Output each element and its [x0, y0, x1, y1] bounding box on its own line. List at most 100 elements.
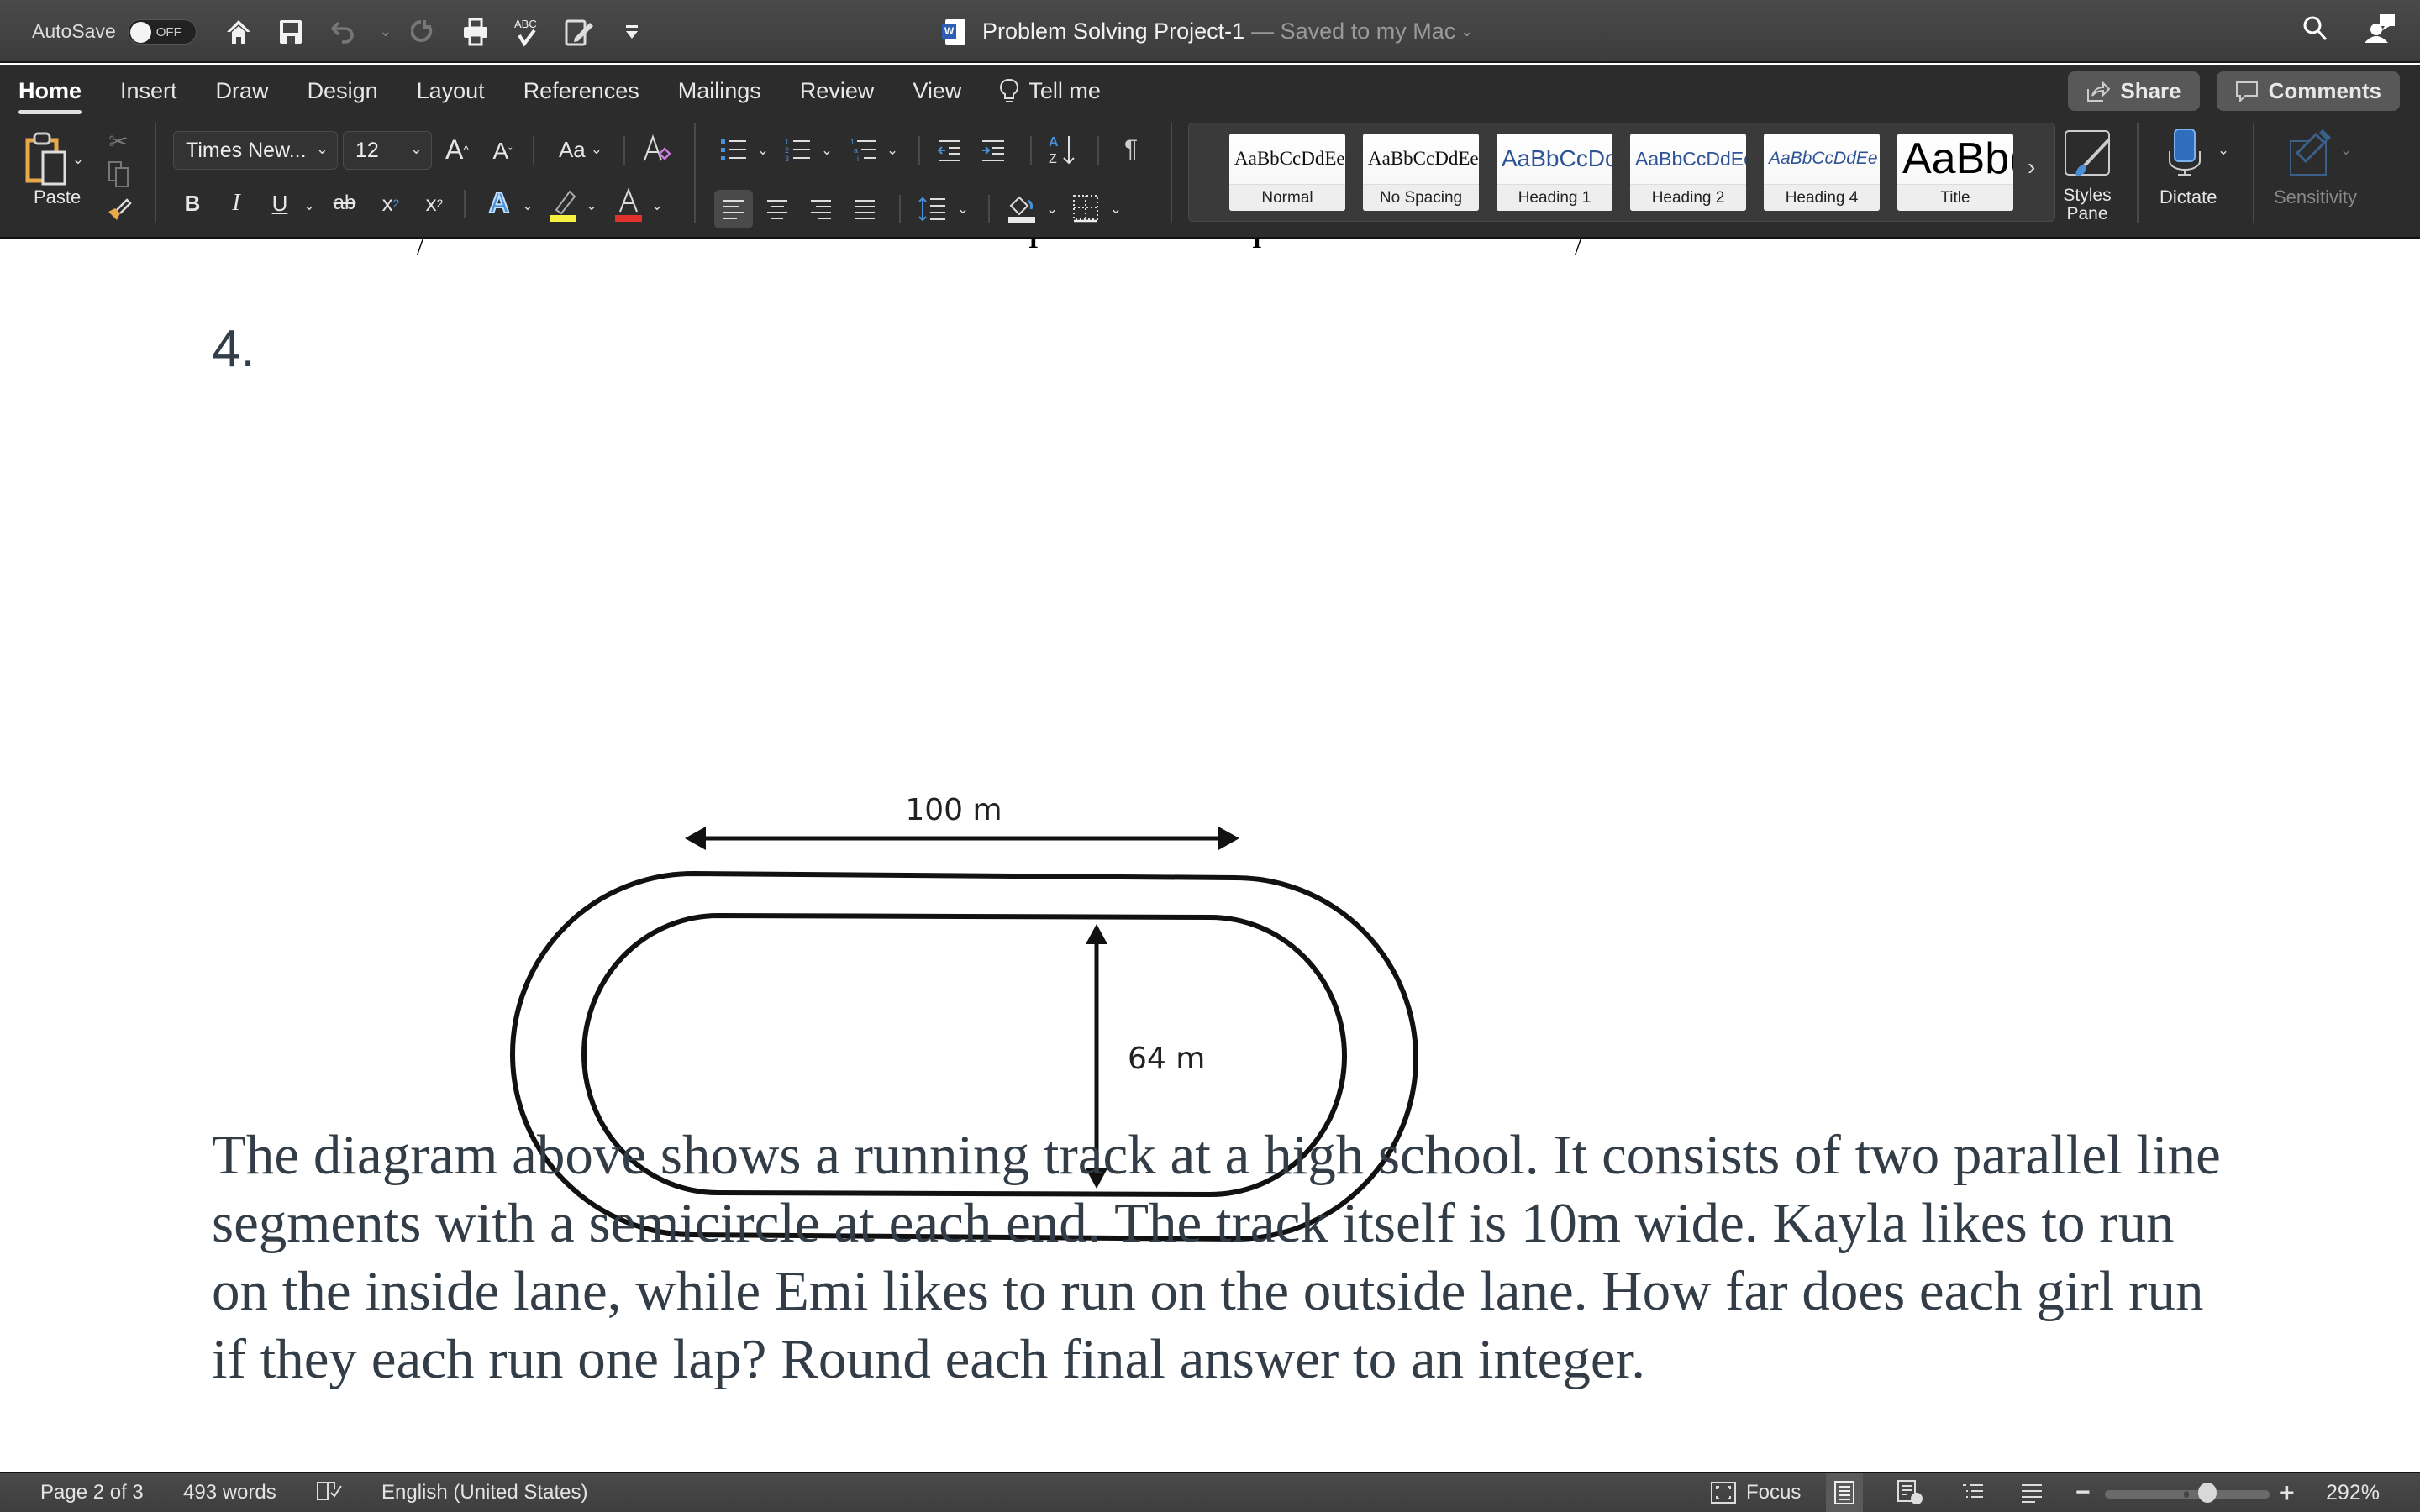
tab-references[interactable]: References — [504, 65, 659, 118]
search-icon[interactable] — [2302, 15, 2328, 49]
save-icon[interactable] — [274, 15, 308, 49]
decrease-indent-icon[interactable] — [934, 134, 965, 166]
zoom-slider-thumb[interactable] — [2197, 1483, 2217, 1503]
sensitivity-button[interactable] — [2286, 126, 2336, 180]
numbering-icon[interactable]: 123 — [783, 134, 813, 166]
show-formatting-marks-icon[interactable]: ¶ — [1114, 133, 1148, 166]
highlight-color-icon[interactable] — [546, 186, 580, 223]
comments-button[interactable]: Comments — [2216, 71, 2400, 111]
shading-dropdown-icon[interactable]: ⌄ — [1045, 197, 1059, 222]
line-spacing-icon[interactable] — [916, 190, 950, 228]
microphone-icon — [2169, 129, 2201, 176]
superscript-button[interactable]: x2 — [420, 186, 449, 220]
tab-view[interactable]: View — [893, 65, 981, 118]
grow-font-icon[interactable]: A ^ — [442, 133, 472, 166]
style-sample: AaBb( — [1902, 134, 2013, 183]
print-layout-view-button[interactable] — [1826, 1473, 1863, 1512]
cut-icon[interactable]: ✂ — [105, 126, 132, 156]
svg-text:i: i — [857, 155, 859, 163]
font-color-icon[interactable] — [612, 186, 645, 223]
dictate-label: Dictate — [2160, 186, 2217, 207]
review-edit-icon[interactable] — [563, 15, 597, 49]
customize-toolbar-icon[interactable] — [615, 15, 649, 49]
align-right-button[interactable] — [802, 190, 840, 228]
tab-mailings[interactable]: Mailings — [659, 65, 781, 118]
line-spacing-dropdown-icon[interactable]: ⌄ — [956, 197, 970, 222]
dictate-dropdown-icon[interactable]: ⌄ — [2217, 138, 2230, 163]
paste-dropdown-icon[interactable]: ⌄ — [72, 151, 84, 168]
account-feedback-icon[interactable] — [2365, 13, 2396, 51]
word-count[interactable]: 493 words — [183, 1473, 276, 1512]
proofing-icon[interactable] — [316, 1473, 343, 1512]
multilevel-dropdown-icon[interactable]: ⌄ — [886, 138, 899, 163]
borders-dropdown-icon[interactable]: ⌄ — [1109, 197, 1123, 222]
style-heading-4[interactable]: AaBbCcDdEe Heading 4 — [1764, 134, 1880, 211]
focus-button[interactable]: Focus — [1711, 1473, 1801, 1512]
increase-indent-icon[interactable] — [978, 134, 1008, 166]
style-no-spacing[interactable]: AaBbCcDdEe No Spacing — [1363, 134, 1479, 211]
highlight-dropdown-icon[interactable]: ⌄ — [585, 193, 598, 218]
language-indicator[interactable]: English (United States) — [381, 1473, 587, 1512]
shrink-font-icon[interactable]: Aˇ — [487, 134, 518, 168]
document-canvas[interactable]: / I I / 4. 100 m 64 m The diagram above … — [0, 239, 2420, 1472]
outline-view-button[interactable] — [1961, 1473, 1985, 1512]
tab-insert[interactable]: Insert — [101, 65, 197, 118]
font-color-dropdown-icon[interactable]: ⌄ — [650, 193, 664, 218]
clear-formatting-icon[interactable] — [639, 131, 674, 166]
dictate-button[interactable] — [2160, 126, 2210, 180]
gallery-next-icon[interactable]: › — [2028, 154, 2035, 181]
web-layout-view-button[interactable] — [1897, 1473, 1924, 1512]
style-title[interactable]: AaBb( Title — [1897, 134, 2013, 211]
share-button[interactable]: Share — [2068, 71, 2200, 111]
zoom-level[interactable]: 292% — [2326, 1473, 2380, 1512]
print-icon[interactable] — [459, 15, 492, 49]
subscript-button[interactable]: x2 — [376, 186, 405, 220]
zoom-out-button[interactable]: − — [2075, 1473, 2091, 1512]
underline-button[interactable]: U — [267, 186, 292, 220]
sensitivity-dropdown-icon[interactable]: ⌄ — [2339, 138, 2353, 163]
tab-label: Insert — [120, 78, 177, 103]
copy-icon[interactable] — [105, 160, 132, 190]
tab-review[interactable]: Review — [781, 65, 894, 118]
align-center-button[interactable] — [758, 190, 797, 228]
tab-design[interactable]: Design — [288, 65, 397, 118]
bold-button[interactable]: B — [180, 186, 205, 220]
change-case-icon[interactable]: Aa ⌄ — [551, 133, 610, 166]
borders-icon[interactable] — [1071, 190, 1101, 227]
align-left-button[interactable] — [714, 190, 753, 228]
styles-pane-button[interactable] — [2060, 126, 2114, 180]
home-icon[interactable] — [222, 15, 255, 49]
strikethrough-button[interactable]: ab — [329, 186, 360, 220]
document-title[interactable]: Problem Solving Project-1 — Saved to my … — [942, 0, 1473, 63]
page-indicator[interactable]: Page 2 of 3 — [40, 1473, 144, 1512]
justify-button[interactable] — [845, 190, 884, 228]
zoom-in-button[interactable]: + — [2279, 1473, 2295, 1512]
font-name-select[interactable]: Times New... ⌄ — [173, 131, 338, 170]
numbering-dropdown-icon[interactable]: ⌄ — [820, 138, 834, 163]
format-painter-icon[interactable] — [103, 195, 134, 225]
undo-dropdown-icon[interactable]: ⌄ — [378, 15, 393, 49]
tab-home[interactable]: Home — [0, 65, 101, 118]
bullets-dropdown-icon[interactable]: ⌄ — [756, 138, 770, 163]
style-heading-2[interactable]: AaBbCcDdEe Heading 2 — [1630, 134, 1746, 211]
tab-layout[interactable]: Layout — [397, 65, 504, 118]
redo-icon[interactable] — [407, 15, 440, 49]
draft-view-button[interactable] — [2020, 1473, 2044, 1512]
multilevel-list-icon[interactable]: 1ai — [849, 134, 879, 166]
sort-icon[interactable]: AZ — [1045, 131, 1079, 168]
autosave-toggle[interactable]: OFF — [127, 18, 197, 45]
tab-draw[interactable]: Draw — [197, 65, 288, 118]
underline-dropdown-icon[interactable]: ⌄ — [302, 193, 316, 218]
italic-button[interactable]: I — [224, 186, 249, 220]
text-effects-icon[interactable]: A — [482, 186, 516, 220]
text-effects-dropdown-icon[interactable]: ⌄ — [521, 193, 534, 218]
bullets-icon[interactable] — [719, 134, 750, 166]
shading-icon[interactable] — [1005, 188, 1039, 227]
style-normal[interactable]: AaBbCcDdEe Normal — [1229, 134, 1345, 211]
undo-icon[interactable] — [326, 15, 360, 49]
tell-me-search[interactable]: Tell me — [981, 65, 1120, 118]
style-heading-1[interactable]: AaBbCcDc Heading 1 — [1497, 134, 1612, 211]
paste-button[interactable]: ⌄ — [17, 126, 92, 193]
font-size-select[interactable]: 12 ⌄ — [343, 131, 432, 170]
spelling-icon[interactable]: ABC — [511, 15, 544, 49]
